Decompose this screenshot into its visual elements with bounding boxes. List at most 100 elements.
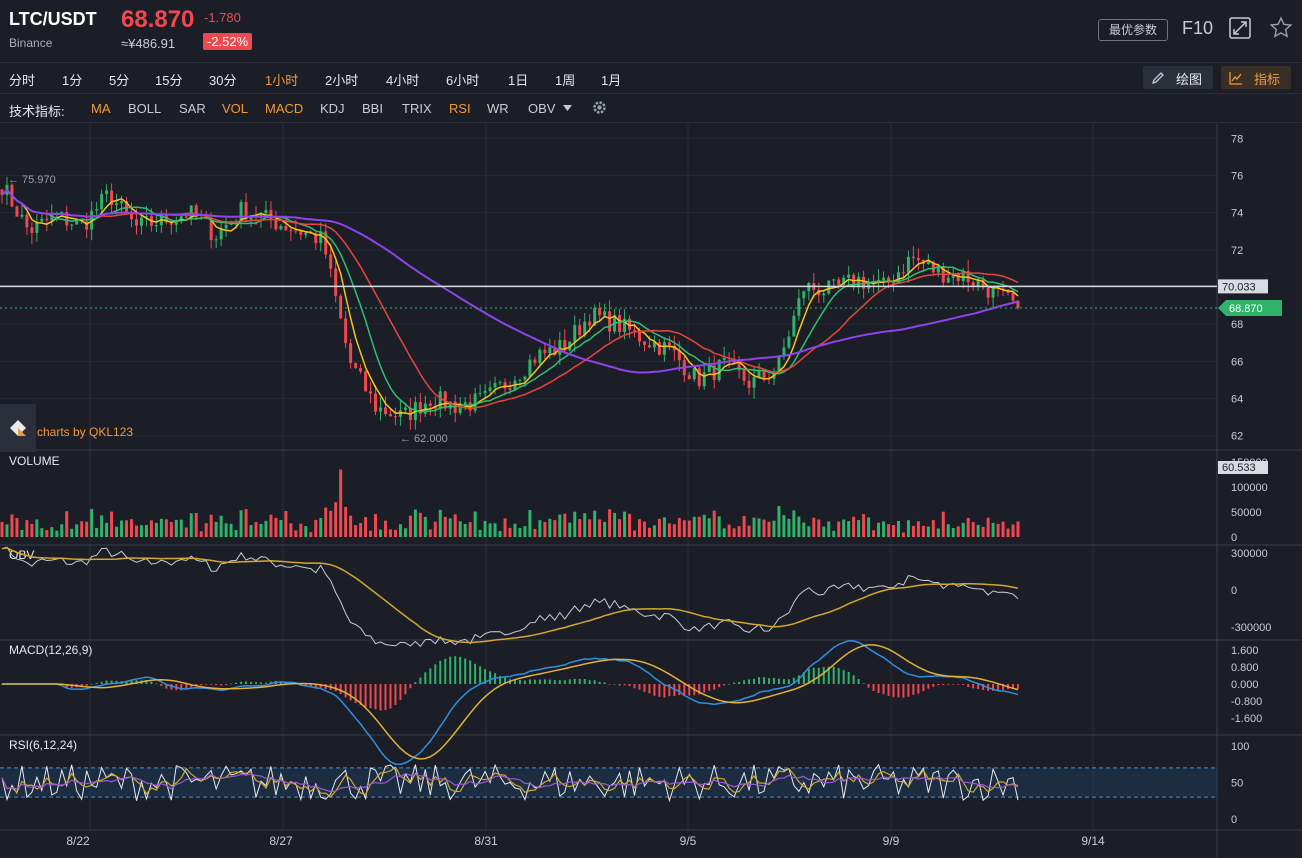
macd-histogram-bar: [479, 666, 482, 684]
macd-histogram-bar: [434, 664, 437, 684]
timeframe-30m[interactable]: 30分: [209, 70, 236, 89]
indicator-kdj[interactable]: KDJ: [320, 101, 345, 116]
timeframe-1m[interactable]: 1分: [62, 70, 82, 89]
indicator-trix[interactable]: TRIX: [402, 101, 432, 116]
macd-panel-label: MACD(12,26,9): [9, 643, 92, 657]
volume-bar: [224, 523, 228, 537]
volume-bar: [543, 521, 547, 537]
macd-histogram-bar: [240, 681, 243, 684]
volume-bar: [737, 526, 741, 537]
candle-body: [882, 277, 886, 280]
candle-body: [787, 336, 791, 348]
indicators-button[interactable]: 指标: [1221, 66, 1291, 89]
timeframe-15m[interactable]: 15分: [155, 70, 182, 89]
indicator-obv[interactable]: OBV: [528, 101, 555, 116]
candle-body: [598, 307, 602, 316]
macd-histogram-bar: [613, 683, 616, 685]
macd-histogram-bar: [937, 684, 940, 686]
obv-tick-label: -300000: [1231, 622, 1271, 634]
candle-body: [139, 217, 143, 226]
indicator-boll[interactable]: BOLL: [128, 101, 161, 116]
macd-histogram-bar: [95, 682, 98, 684]
macd-histogram-bar: [892, 684, 895, 698]
candle-body: [578, 325, 582, 336]
indicator-rsi[interactable]: RSI: [449, 101, 471, 116]
volume-bar: [35, 519, 39, 537]
best-params-button[interactable]: 最优参数: [1098, 19, 1168, 41]
candle-body: [289, 230, 293, 232]
volume-bar: [642, 521, 646, 537]
macd-histogram-bar: [658, 684, 661, 697]
symbol-label[interactable]: LTC/USDT: [9, 9, 97, 30]
volume-bar: [792, 510, 796, 537]
indicator-bbi[interactable]: BBI: [362, 101, 383, 116]
volume-bar: [747, 525, 751, 537]
indicator-wr[interactable]: WR: [487, 101, 509, 116]
candle-body: [533, 359, 537, 363]
candle-body: [403, 407, 407, 411]
indicator-vol[interactable]: VOL: [222, 101, 248, 116]
volume-bar: [896, 520, 900, 537]
timeframe-1w[interactable]: 1周: [555, 70, 575, 89]
candle-body: [100, 194, 104, 210]
volume-bar: [652, 525, 656, 537]
candle-body: [752, 377, 756, 388]
macd-histogram-bar: [618, 684, 621, 686]
volume-bar: [453, 514, 457, 537]
volume-bar: [388, 529, 392, 537]
macd-tick-label: 1.600: [1231, 645, 1259, 657]
timeframe-1d[interactable]: 1日: [508, 70, 528, 89]
macd-histogram-bar: [942, 684, 945, 685]
volume-bar: [314, 519, 318, 537]
macd-histogram-bar: [588, 680, 591, 684]
macd-histogram-bar: [150, 681, 153, 684]
price-tick-label: 74: [1231, 208, 1243, 220]
macd-histogram-bar: [663, 684, 666, 698]
volume-bar: [638, 519, 641, 537]
candle-body: [384, 407, 387, 415]
volume-bar: [423, 516, 427, 537]
macd-histogram-bar: [379, 684, 382, 711]
timeframe-tick[interactable]: 分时: [9, 70, 35, 89]
gear-icon[interactable]: [591, 99, 608, 116]
indicator-sar[interactable]: SAR: [179, 101, 206, 116]
volume-bar: [179, 519, 183, 537]
volume-bar: [697, 516, 701, 537]
indicator-macd[interactable]: MACD: [265, 101, 303, 116]
macd-histogram-bar: [777, 678, 780, 684]
macd-histogram-bar: [902, 684, 905, 698]
timeframe-1h[interactable]: 1小时: [265, 70, 298, 89]
timeframe-2h[interactable]: 2小时: [325, 70, 358, 89]
timeframe-4h[interactable]: 4小时: [386, 70, 419, 89]
f10-button[interactable]: F10: [1182, 18, 1213, 39]
candle-body: [493, 383, 497, 388]
timeframe-6h[interactable]: 6小时: [446, 70, 479, 89]
pencil-icon: [1151, 72, 1164, 85]
chevron-down-icon[interactable]: [563, 105, 572, 111]
star-icon[interactable]: [1268, 15, 1294, 41]
macd-histogram-bar: [399, 684, 402, 701]
draw-button[interactable]: 绘图: [1143, 66, 1213, 89]
macd-histogram-bar: [743, 680, 746, 684]
volume-bar: [926, 526, 930, 537]
macd-histogram-bar: [678, 684, 681, 696]
candle-body: [184, 216, 188, 218]
expand-icon[interactable]: [1229, 17, 1251, 39]
price-chart[interactable]: 78767472706866646270.03368.870← 75.970← …: [0, 123, 1302, 858]
macd-histogram-bar: [259, 682, 262, 684]
timeframe-1mo[interactable]: 1月: [601, 70, 621, 89]
candle-body: [284, 226, 288, 231]
macd-histogram-bar: [758, 677, 761, 684]
volume-bar: [125, 520, 128, 537]
volume-bar: [842, 519, 846, 537]
candle-body: [926, 261, 930, 264]
timeframe-5m[interactable]: 5分: [109, 70, 129, 89]
volume-bar: [832, 530, 836, 537]
volume-bar: [782, 515, 786, 537]
macd-histogram-bar: [887, 684, 890, 696]
price-tick-label: 78: [1231, 133, 1243, 145]
volume-bar: [294, 530, 298, 537]
x-tick-label: 8/27: [269, 834, 293, 848]
candle-body: [692, 368, 696, 380]
indicator-ma[interactable]: MA: [91, 101, 111, 116]
